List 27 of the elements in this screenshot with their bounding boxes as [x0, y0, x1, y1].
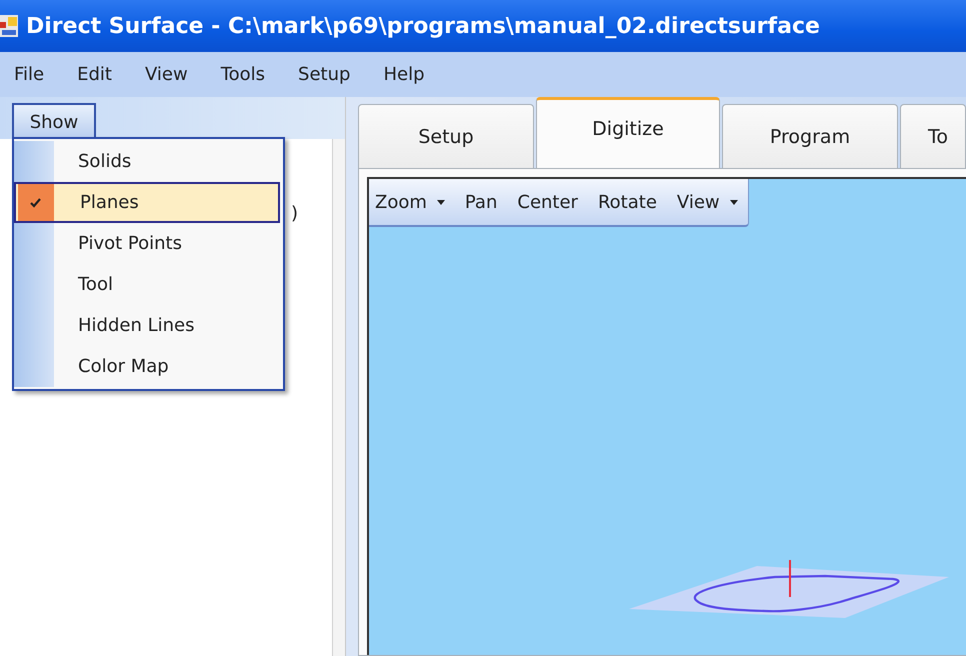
menu-option[interactable]: Planes	[14, 182, 280, 223]
toolbar-button[interactable]: Center	[517, 192, 578, 212]
caret-icon	[730, 200, 738, 204]
show-menu-button[interactable]: Show	[12, 103, 96, 139]
menu-item[interactable]: View	[144, 64, 188, 85]
toolbar-button[interactable]: Rotate	[598, 192, 657, 212]
menu-option[interactable]: Pivot Points	[14, 223, 280, 264]
menu-item[interactable]: Help	[383, 64, 424, 85]
caret-icon	[436, 200, 445, 204]
menu-option[interactable]: Solids	[14, 141, 280, 182]
app-icon	[0, 13, 18, 39]
tab[interactable]: Program	[722, 104, 898, 168]
tab[interactable]: Setup	[358, 104, 534, 168]
tab[interactable]: To	[900, 104, 966, 168]
menu-option[interactable]: Hidden Lines	[14, 305, 280, 346]
menu-option[interactable]: Color Map	[14, 346, 280, 387]
toolbar-button[interactable]: Zoom	[375, 192, 445, 212]
menu-item[interactable]: File	[14, 64, 44, 85]
tree-item[interactable]: )	[291, 203, 298, 224]
menu-item[interactable]: Tools	[220, 64, 266, 85]
tab[interactable]: Digitize	[536, 97, 720, 168]
menu-item[interactable]: Edit	[77, 64, 112, 85]
toolbar-button[interactable]: View	[676, 192, 738, 212]
toolbar-button[interactable]: Pan	[464, 192, 498, 212]
menu-option[interactable]: Tool	[14, 264, 280, 305]
window-title: Direct Surface - C:\mark\p69\programs\manual_02.directsurface	[26, 14, 820, 38]
menu-item[interactable]: Setup	[298, 64, 350, 85]
